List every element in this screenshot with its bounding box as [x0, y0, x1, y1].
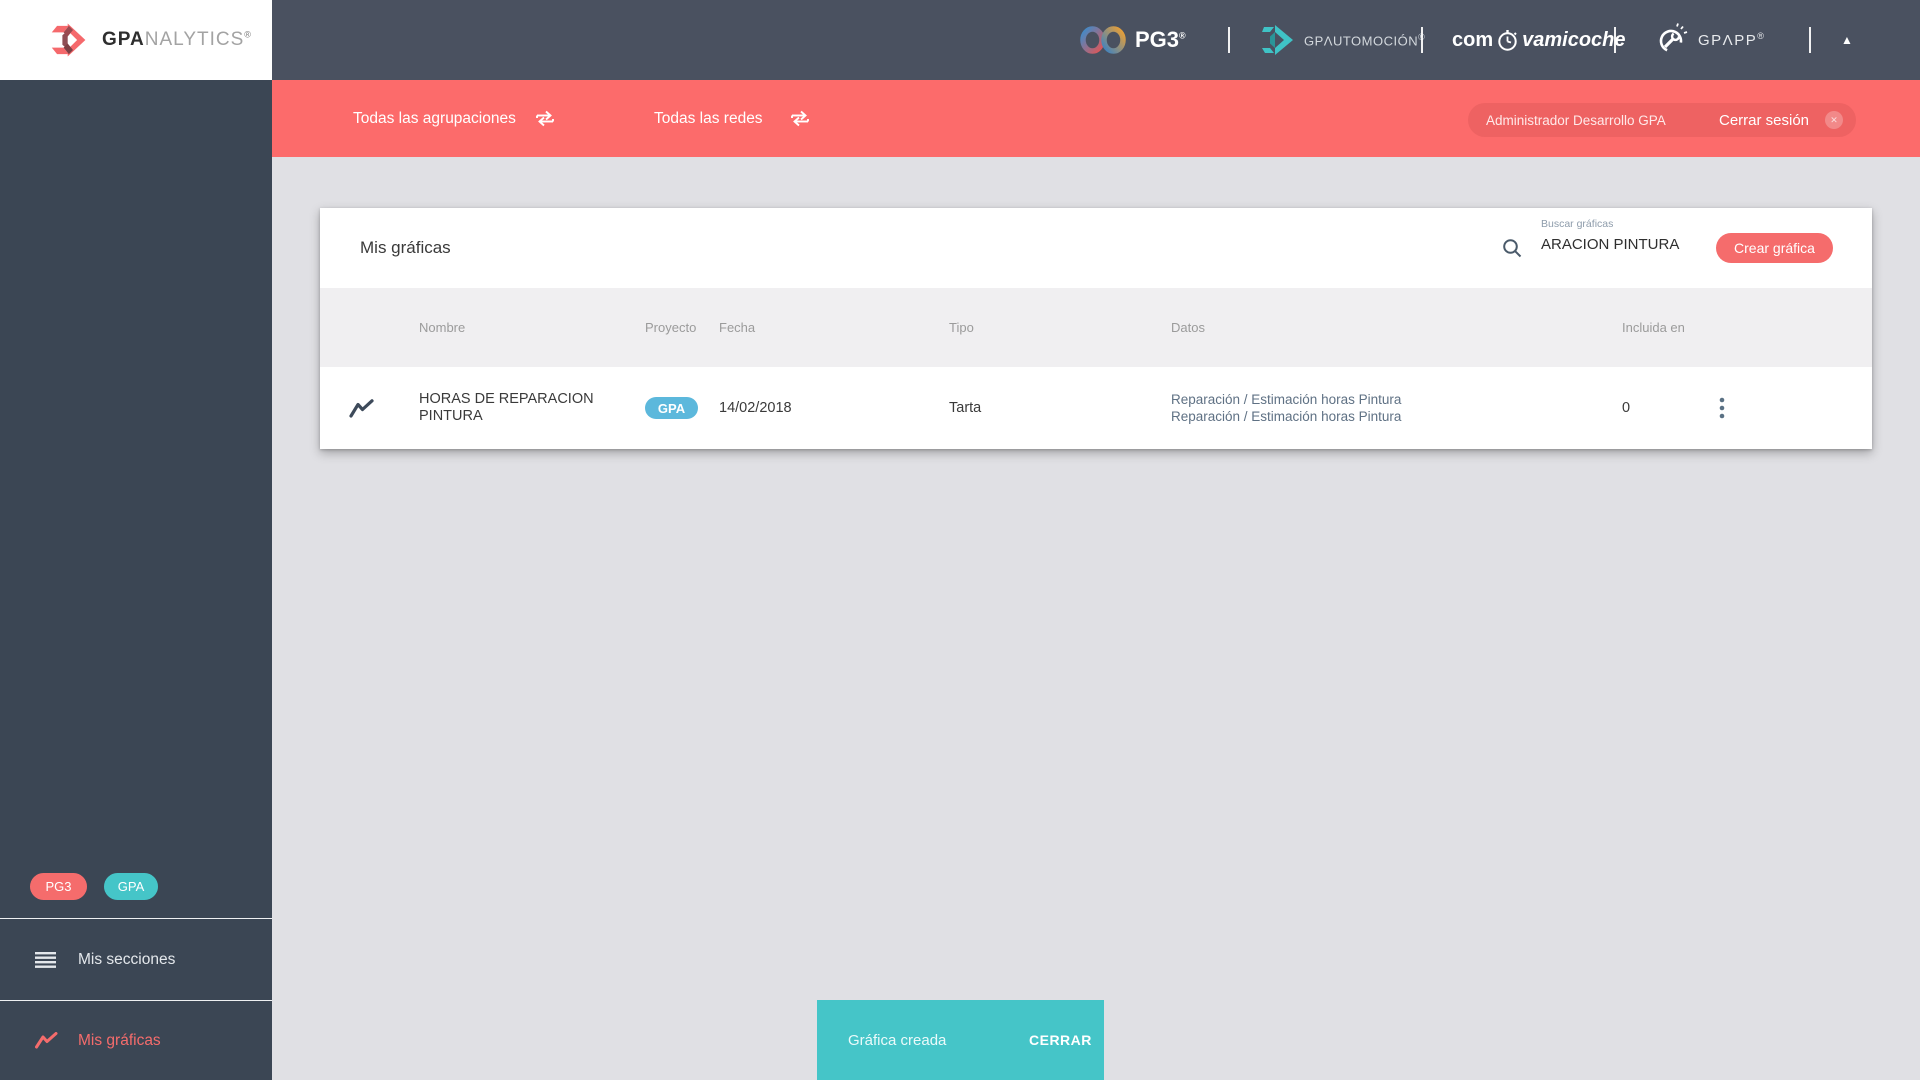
- sidebar: PG3 GPA Mis secciones Mis gráficas: [0, 80, 272, 1080]
- logout-button[interactable]: Cerrar sesión: [1719, 103, 1809, 137]
- divider: [1614, 27, 1616, 53]
- swap-networks-button[interactable]: [789, 109, 811, 131]
- gpa-arrow-icon: [51, 23, 86, 57]
- main-card: Mis gráficas Buscar gráficas ARACION PIN…: [320, 208, 1872, 449]
- row-data-line: Reparación / Estimación horas Pintura: [1171, 409, 1402, 424]
- column-header-datos: Datos: [1171, 320, 1205, 335]
- project-badge: GPA: [645, 397, 698, 419]
- sidebar-item-secciones[interactable]: Mis secciones: [0, 918, 272, 1000]
- search-value: ARACION PINTURA: [1541, 235, 1680, 253]
- brand-logo[interactable]: GPANALYTICS®: [0, 0, 272, 80]
- collapse-arrow-icon: ▲: [1841, 33, 1853, 47]
- page-title: Mis gráficas: [360, 238, 451, 257]
- infinity-icon: [1080, 26, 1126, 54]
- table-row[interactable]: HORAS DE REPARACION PINTURA GPA 14/02/20…: [320, 367, 1872, 449]
- search-input[interactable]: Buscar gráficas ARACION PINTURA: [1541, 218, 1679, 255]
- divider: [1421, 27, 1423, 53]
- com-label: com: [1452, 28, 1494, 51]
- row-date: 14/02/2018: [719, 400, 792, 416]
- user-session-pill: Administrador Desarrollo GPA Cerrar sesi…: [1468, 103, 1856, 137]
- menu-icon: [35, 951, 56, 968]
- row-data: Reparación / Estimación horas Pintura Re…: [1171, 391, 1401, 425]
- logout-close-icon[interactable]: ✕: [1825, 111, 1843, 129]
- row-data-line: Reparación / Estimación horas Pintura: [1171, 392, 1402, 407]
- networks-label: Todas las redes: [654, 109, 763, 127]
- divider: [1809, 27, 1811, 53]
- pg3-label: PG3®: [1135, 27, 1186, 52]
- groupings-filter[interactable]: Todas las agrupaciones: [353, 80, 516, 157]
- column-header-proyecto: Proyecto: [645, 320, 697, 335]
- column-header-fecha: Fecha: [719, 320, 756, 335]
- search-icon: [1503, 239, 1522, 258]
- gpapp-label: GPΛPP®: [1698, 31, 1766, 49]
- collapse-header-button[interactable]: ▲: [1832, 0, 1862, 80]
- column-header-tipo: Tipo: [949, 320, 974, 335]
- teal-arrow-icon: [1262, 25, 1293, 55]
- pg3-logo[interactable]: PG3®: [1080, 0, 1186, 80]
- row-type: Tarta: [949, 400, 982, 416]
- swap-groupings-button[interactable]: [534, 109, 556, 131]
- sidebar-badges: PG3 GPA: [0, 873, 272, 901]
- filter-bar: Todas las agrupaciones Todas las redes A…: [272, 80, 1920, 157]
- brand-gpa: GPA: [102, 29, 145, 50]
- row-included-count: 0: [1622, 400, 1631, 416]
- top-header: GPANALYTICS® PG3® GPΛUTOMOCIÓN®: [0, 0, 1920, 80]
- create-chart-button[interactable]: Crear gráfica: [1716, 233, 1833, 263]
- user-name: Administrador Desarrollo GPA: [1486, 112, 1666, 128]
- clock-icon: [1498, 29, 1517, 51]
- swap-icon: [536, 110, 554, 127]
- toast: Gráfica creada CERRAR: [817, 1000, 1104, 1080]
- kebab-icon: [1719, 397, 1725, 419]
- brand-nalytics: NALYTICS: [144, 29, 245, 50]
- row-name: HORAS DE REPARACION PINTURA: [419, 391, 594, 424]
- sidebar-item-label: Mis secciones: [78, 950, 176, 968]
- wrench-icon: [1659, 23, 1688, 53]
- card-header: Mis gráficas Buscar gráficas ARACION PIN…: [320, 208, 1872, 288]
- vamicoche-label: vamicoche: [1522, 28, 1626, 51]
- divider: [1228, 27, 1230, 53]
- gpautomocion-logo[interactable]: GPΛUTOMOCIÓN®: [1262, 0, 1425, 80]
- sidebar-item-graficas[interactable]: Mis gráficas: [0, 1000, 272, 1080]
- toast-close-button[interactable]: CERRAR: [1029, 1000, 1092, 1080]
- comovamicoche-logo[interactable]: com vamicoche: [1452, 0, 1626, 80]
- sidebar-item-label: Mis gráficas: [78, 1031, 161, 1049]
- column-header-nombre: Nombre: [419, 320, 466, 335]
- groupings-label: Todas las agrupaciones: [353, 109, 516, 127]
- search-label: Buscar gráficas: [1541, 218, 1614, 230]
- row-chart-icon: [349, 398, 374, 418]
- toast-message: Gráfica creada: [848, 1031, 947, 1049]
- line-chart-icon: [35, 1032, 58, 1049]
- swap-icon: [791, 110, 809, 127]
- gpautomocion-label: GPΛUTOMOCIÓN®: [1304, 32, 1425, 49]
- brand-reg: ®: [244, 29, 252, 40]
- table-header: Nombre Proyecto Fecha Tipo Datos Incluid…: [320, 288, 1872, 367]
- column-header-incluida: Incluida en: [1622, 320, 1685, 335]
- sidebar-badge-pg3[interactable]: PG3: [30, 873, 87, 900]
- sidebar-badge-gpa[interactable]: GPA: [104, 873, 158, 900]
- networks-filter[interactable]: Todas las redes: [654, 80, 763, 157]
- row-menu-button[interactable]: [1710, 367, 1734, 449]
- gpapp-logo[interactable]: GPΛPP®: [1656, 0, 1765, 80]
- brand-wordmark: GPANALYTICS®: [102, 29, 252, 51]
